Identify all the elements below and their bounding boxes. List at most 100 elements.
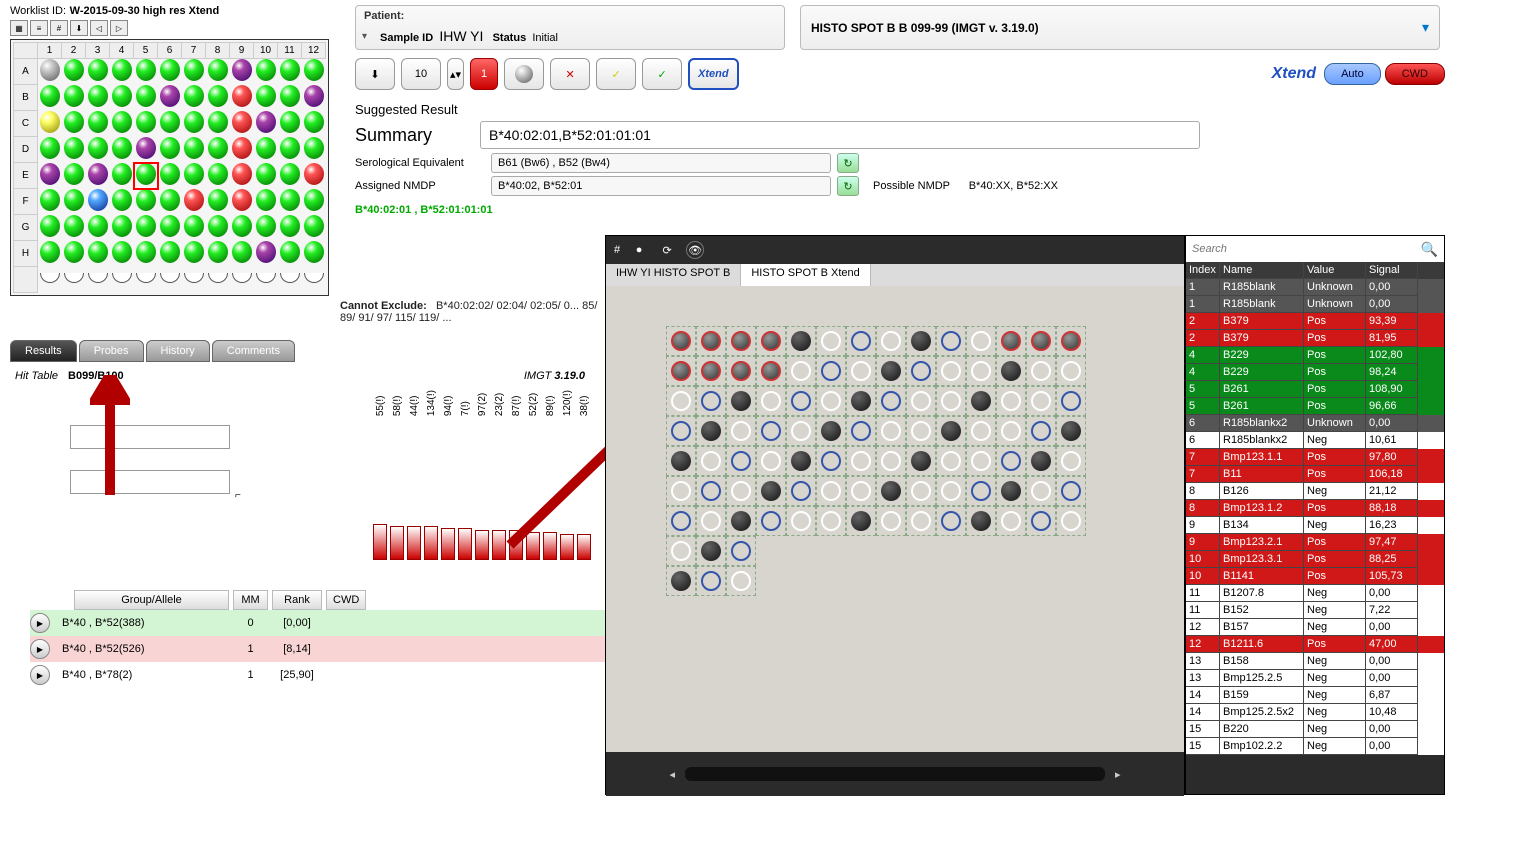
- spot-cell[interactable]: [846, 356, 876, 386]
- spot-cell[interactable]: [996, 446, 1026, 476]
- well[interactable]: [158, 215, 182, 241]
- red-one-button[interactable]: 1: [470, 58, 498, 90]
- import-icon[interactable]: ⬇: [70, 20, 88, 36]
- import-result-button[interactable]: ⬇: [355, 58, 395, 90]
- spot-cell[interactable]: [726, 356, 756, 386]
- spot-cell[interactable]: [846, 566, 876, 596]
- well[interactable]: [278, 111, 302, 137]
- well[interactable]: [278, 85, 302, 111]
- stepper[interactable]: ▴▾: [447, 58, 464, 90]
- sphere-button[interactable]: [504, 58, 544, 90]
- spot-cell[interactable]: [666, 416, 696, 446]
- well[interactable]: [110, 111, 134, 137]
- spot-cell[interactable]: [876, 446, 906, 476]
- spot-cell[interactable]: [906, 326, 936, 356]
- spot-cell[interactable]: [1026, 416, 1056, 446]
- expand-icon[interactable]: ▶: [30, 639, 50, 659]
- filter-input-2[interactable]: [70, 470, 230, 494]
- well[interactable]: [302, 59, 326, 85]
- spot-cell[interactable]: [1026, 386, 1056, 416]
- signal-row[interactable]: 9Bmp123.2.1Pos97,47: [1186, 534, 1444, 551]
- tab-comments[interactable]: Comments: [212, 340, 295, 362]
- cwd-button[interactable]: CWD: [1385, 63, 1445, 85]
- spot-cell[interactable]: [936, 476, 966, 506]
- spot-cell[interactable]: [996, 476, 1026, 506]
- well[interactable]: [86, 59, 110, 85]
- signal-row[interactable]: 2B379Pos81,95: [1186, 330, 1444, 347]
- spot-cell[interactable]: [816, 476, 846, 506]
- well[interactable]: [62, 189, 86, 215]
- signal-row[interactable]: 15B220Neg0,00: [1186, 721, 1444, 738]
- spot-cell[interactable]: [666, 446, 696, 476]
- well[interactable]: [110, 85, 134, 111]
- spot-cell[interactable]: [846, 506, 876, 536]
- well[interactable]: [86, 215, 110, 241]
- tab-results[interactable]: Results: [10, 340, 77, 362]
- signal-row[interactable]: 14B159Neg6,87: [1186, 687, 1444, 704]
- spot-cell[interactable]: [846, 326, 876, 356]
- well[interactable]: [206, 137, 230, 163]
- signal-row[interactable]: 6R185blankx2Neg10,61: [1186, 432, 1444, 449]
- well[interactable]: [182, 189, 206, 215]
- viewer-dot-icon[interactable]: ●: [630, 241, 648, 259]
- spot-cell[interactable]: [756, 356, 786, 386]
- spot-cell[interactable]: [786, 356, 816, 386]
- spot-cell[interactable]: [816, 386, 846, 416]
- well[interactable]: [38, 163, 62, 189]
- well[interactable]: [110, 137, 134, 163]
- h-scrollbar[interactable]: [685, 767, 1105, 781]
- well[interactable]: [62, 59, 86, 85]
- well[interactable]: [134, 137, 158, 163]
- well[interactable]: [182, 163, 206, 189]
- spot-cell[interactable]: [786, 536, 816, 566]
- signal-row[interactable]: 1R185blankUnknown0,00: [1186, 279, 1444, 296]
- sero-refresh-icon[interactable]: ↻: [837, 153, 859, 173]
- well[interactable]: [38, 241, 62, 267]
- spot-cell[interactable]: [1056, 566, 1086, 596]
- spot-cell[interactable]: [726, 386, 756, 416]
- spot-cell[interactable]: [666, 356, 696, 386]
- accept-button[interactable]: ✓: [642, 58, 682, 90]
- scroll-left-icon[interactable]: ◂: [669, 768, 675, 781]
- spot-cell[interactable]: [936, 506, 966, 536]
- spot-cell[interactable]: [696, 536, 726, 566]
- signal-row[interactable]: 8Bmp123.1.2Pos88,18: [1186, 500, 1444, 517]
- spot-cell[interactable]: [1026, 536, 1056, 566]
- spot-cell[interactable]: [1026, 356, 1056, 386]
- signal-row[interactable]: 5B261Pos108,90: [1186, 381, 1444, 398]
- spot-cell[interactable]: [876, 536, 906, 566]
- nmdp-input[interactable]: [491, 176, 831, 196]
- col-mm[interactable]: MM: [233, 590, 268, 610]
- well[interactable]: [254, 163, 278, 189]
- spot-cell[interactable]: [936, 356, 966, 386]
- filter-input-1[interactable]: [70, 425, 230, 449]
- spot-cell[interactable]: [906, 566, 936, 596]
- spot-cell[interactable]: [726, 326, 756, 356]
- prev-icon[interactable]: ◁: [90, 20, 108, 36]
- well[interactable]: [254, 215, 278, 241]
- well[interactable]: [254, 111, 278, 137]
- well[interactable]: [206, 59, 230, 85]
- spot-cell[interactable]: [696, 476, 726, 506]
- well[interactable]: [302, 189, 326, 215]
- spot-cell[interactable]: [906, 386, 936, 416]
- spot-cell[interactable]: [756, 386, 786, 416]
- signal-row[interactable]: 1R185blankUnknown0,00: [1186, 296, 1444, 313]
- well[interactable]: [182, 59, 206, 85]
- well[interactable]: [206, 85, 230, 111]
- spot-cell[interactable]: [906, 416, 936, 446]
- spot-cell[interactable]: [786, 476, 816, 506]
- well[interactable]: [62, 241, 86, 267]
- maybe-button[interactable]: ✓: [596, 58, 636, 90]
- spot-cell[interactable]: [906, 446, 936, 476]
- well[interactable]: [62, 111, 86, 137]
- well[interactable]: [254, 189, 278, 215]
- spot-cell[interactable]: [876, 326, 906, 356]
- spot-cell[interactable]: [876, 416, 906, 446]
- spot-cell[interactable]: [726, 506, 756, 536]
- hit-row[interactable]: ▶ B*40 , B*52(526)1 [8,14]: [30, 636, 605, 662]
- well[interactable]: [182, 137, 206, 163]
- spot-cell[interactable]: [996, 386, 1026, 416]
- well[interactable]: [38, 137, 62, 163]
- well[interactable]: [158, 85, 182, 111]
